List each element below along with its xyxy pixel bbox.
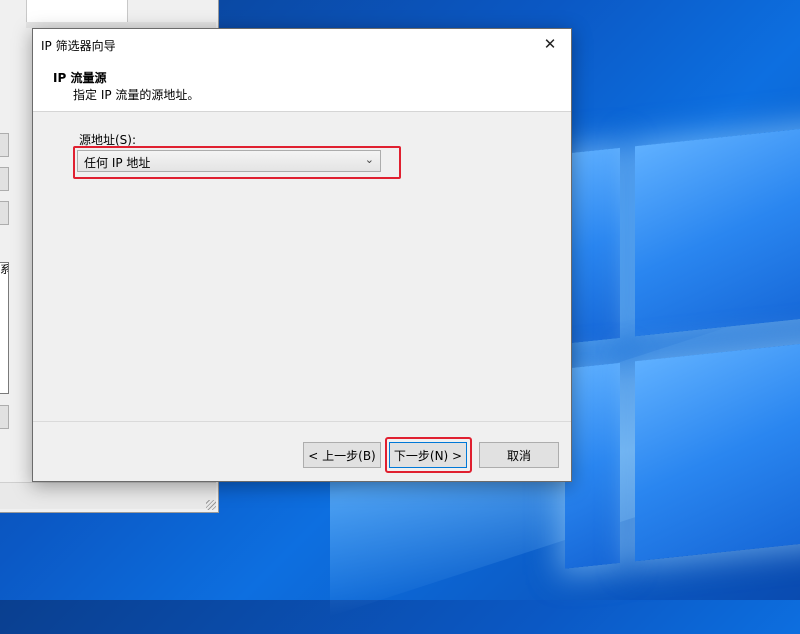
- close-button[interactable]: ✕: [535, 33, 565, 55]
- title-bar: IP 筛选器向导 ✕: [33, 29, 571, 59]
- windows-logo-wallpaper: [565, 86, 800, 633]
- source-address-value: 任何 IP 地址: [84, 156, 151, 170]
- dialog-title: IP 筛选器向导: [41, 39, 116, 53]
- parent-side-list[interactable]: 系: [0, 262, 9, 394]
- wizard-header: IP 流量源 指定 IP 流量的源地址。: [33, 59, 571, 112]
- next-button[interactable]: 下一步(N) >: [389, 442, 467, 468]
- source-address-label: 源地址(S):: [79, 133, 137, 147]
- parent-side-button-4[interactable]: [0, 405, 9, 429]
- footer-divider: [33, 421, 571, 422]
- page-subtitle: 指定 IP 流量的源地址。: [73, 88, 200, 102]
- parent-side-button-3[interactable]: [0, 201, 9, 225]
- cancel-button[interactable]: 取消: [479, 442, 559, 468]
- source-address-dropdown[interactable]: 任何 IP 地址 ⌄: [77, 150, 381, 172]
- resize-grip-icon[interactable]: [206, 500, 216, 510]
- chevron-down-icon: ⌄: [364, 153, 374, 166]
- parent-list-fragment: 系: [0, 263, 8, 276]
- parent-top-field: [26, 0, 128, 23]
- page-title: IP 流量源: [53, 71, 107, 85]
- ip-filter-wizard-dialog: IP 筛选器向导 ✕ IP 流量源 指定 IP 流量的源地址。 源地址(S): …: [32, 28, 572, 482]
- back-button[interactable]: < 上一步(B): [303, 442, 381, 468]
- parent-side-button-1[interactable]: [0, 133, 9, 157]
- parent-side-button-2[interactable]: [0, 167, 9, 191]
- parent-bottom-panel: [0, 482, 216, 509]
- close-icon: ✕: [543, 35, 557, 53]
